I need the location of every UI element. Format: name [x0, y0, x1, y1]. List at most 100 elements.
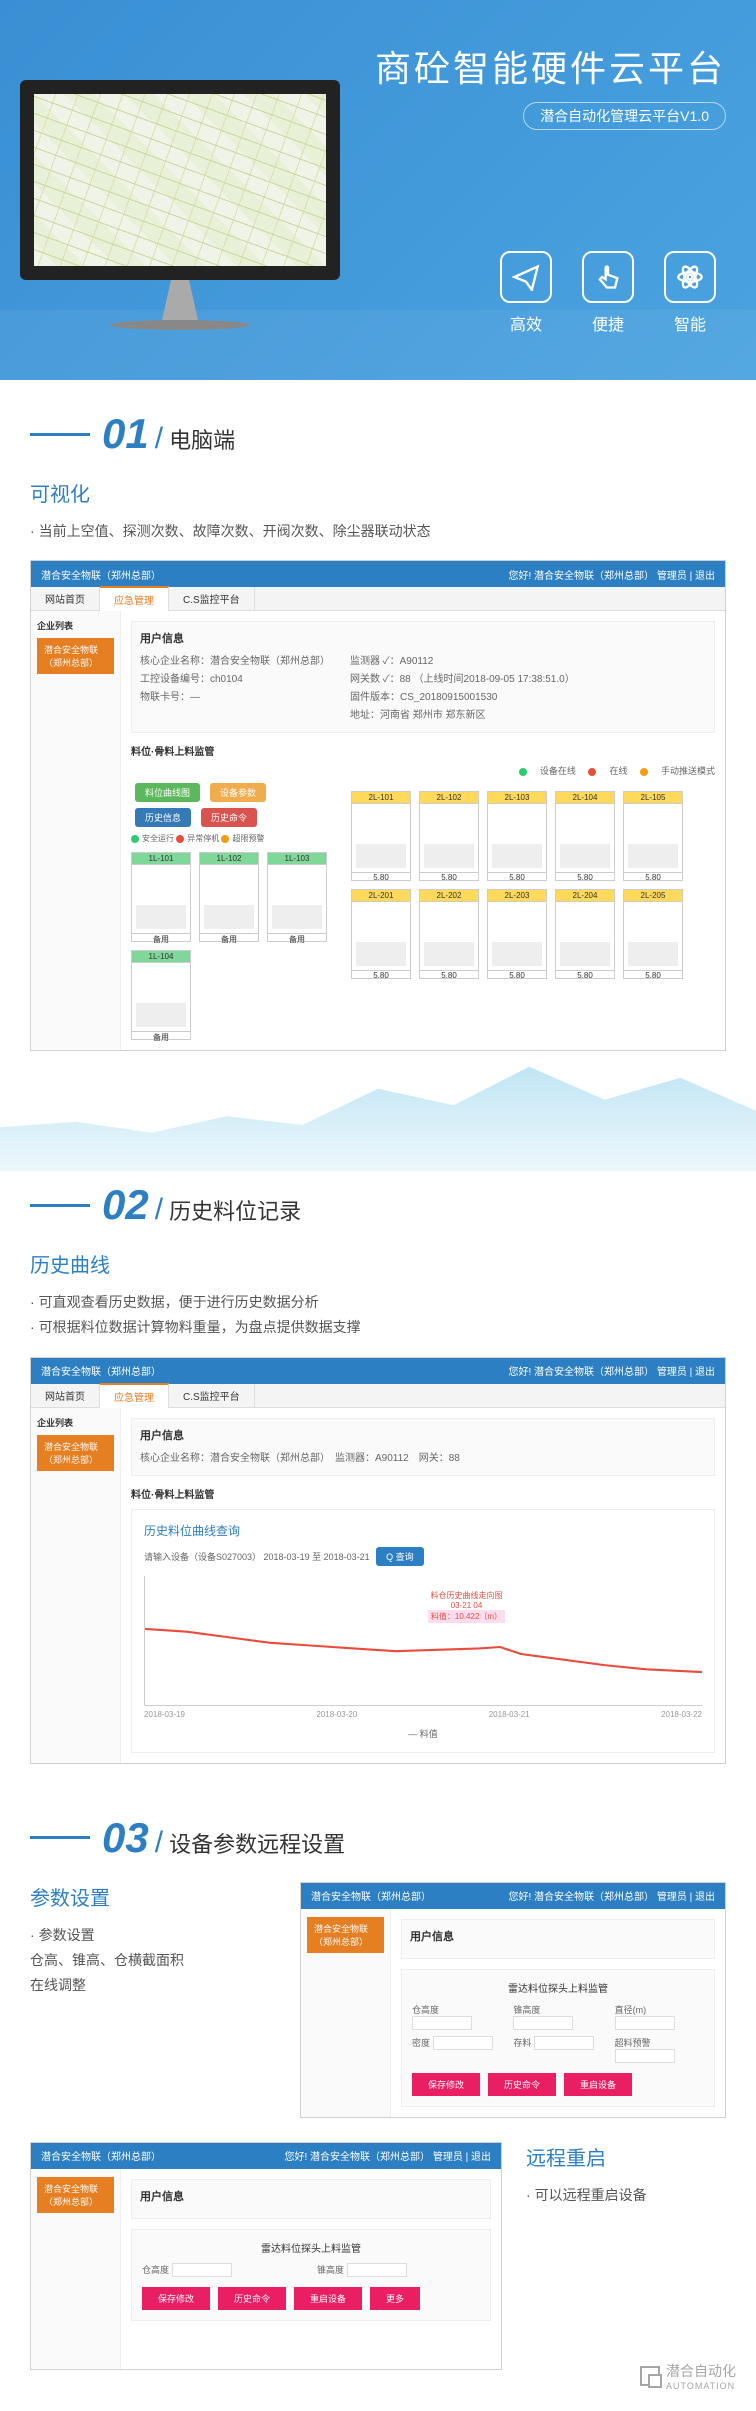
silo-2L-205[interactable]: 2L-2055.80: [623, 889, 683, 979]
app-body: 企业列表 潜合安全物联（郑州总部） 用户信息 核心企业名称：潜合安全物联（郑州总…: [31, 611, 725, 1050]
hero-banner: 商砼智能硬件云平台 潜合自动化管理云平台V1.0 高效 便捷 智能: [0, 0, 756, 380]
input-diameter[interactable]: [615, 2016, 675, 2030]
silo-2L-202[interactable]: 2L-2025.80: [419, 889, 479, 979]
main-panel: 用户信息 核心企业名称：潜合安全物联（郑州总部） 工控设备编号：ch0104 物…: [121, 611, 725, 1050]
footer-brand: 潜合自动化: [666, 2361, 736, 2381]
tab-cs-monitor[interactable]: C.S监控平台: [169, 587, 255, 610]
section-02: 02 / 历史料位记录 历史曲线 可直观查看历史数据，便于进行历史数据分析 可根…: [0, 1171, 756, 1783]
restart-button[interactable]: 重启设备: [564, 2073, 632, 2096]
tab-emergency[interactable]: 应急管理: [100, 586, 169, 611]
input-cone-height[interactable]: [347, 2263, 407, 2277]
tab-cs-monitor[interactable]: C.S监控平台: [169, 1384, 255, 1407]
sidebar: 潜合安全物联（郑州总部）: [301, 1909, 391, 2117]
feature-label: 便捷: [582, 311, 634, 335]
sidebar-item-company[interactable]: 潜合安全物联（郑州总部）: [37, 1435, 114, 1471]
save-button[interactable]: 保存修改: [142, 2287, 210, 2310]
input-silo-height[interactable]: [172, 2263, 232, 2277]
params-form-title: 雷达料位探头上料监管: [412, 1980, 704, 1995]
sidebar-header: 企业列表: [37, 619, 114, 632]
history-cmd-button[interactable]: 历史命令: [218, 2287, 286, 2310]
btn-history[interactable]: 历史信息: [135, 808, 191, 827]
more-button[interactable]: 更多: [370, 2287, 420, 2310]
topbar-right: 您好! 潜合安全物联（郑州总部） 管理员 | 退出: [509, 567, 716, 582]
kv-device: 工控设备编号：ch0104: [140, 670, 330, 685]
section-title: 历史料位记录: [169, 1194, 301, 1226]
input-alarm-high[interactable]: [615, 2049, 675, 2063]
section-title: 设备参数远程设置: [169, 1827, 345, 1859]
s2-bullet-1: 可直观查看历史数据，便于进行历史数据分析: [30, 1290, 726, 1315]
chart-params: 请输入设备（设备S027003） 2018-03-19 至 2018-03-21…: [144, 1547, 702, 1566]
tab-home[interactable]: 网站首页: [31, 587, 100, 610]
main-panel: 用户信息 雷达料位探头上料监管 仓高度 锥高度 保存修改 历史命令 重启设备 更…: [121, 2169, 501, 2369]
btn-cmd[interactable]: 历史命令: [201, 808, 257, 827]
form-buttons: 保存修改 历史命令 重启设备: [412, 2073, 704, 2096]
btn-params[interactable]: 设备参数: [210, 783, 266, 802]
user-info-title: 用户信息: [140, 630, 706, 646]
header-line: [30, 1204, 90, 1207]
decorative-wave: [0, 1061, 756, 1171]
silo-1L-103[interactable]: 1L-103备用: [267, 852, 327, 942]
kv-gateway: 网关数 ✓：88 （上线时间2018-09-05 17:38:51.0）: [350, 670, 575, 685]
map-background: [34, 94, 326, 266]
kv-address: 地址：河南省 郑州市 郑东新区: [350, 706, 575, 721]
card-title: 料位·骨料上料监管: [131, 1486, 715, 1501]
restart-button[interactable]: 重启设备: [294, 2287, 362, 2310]
input-cone-height[interactable]: [513, 2016, 573, 2030]
query-button[interactable]: Q 查询: [376, 1547, 424, 1566]
silo-2L-101[interactable]: 2L-1015.80: [351, 791, 411, 881]
subsection-title: 可视化: [30, 478, 726, 507]
field-height: 仓高度: [412, 2003, 501, 2030]
section-01: 01 / 电脑端 可视化 当前上空值、探测次数、故障次数、开阀次数、除尘器联动状…: [0, 380, 756, 1071]
silo-2L-105[interactable]: 2L-1055.80: [623, 791, 683, 881]
sidebar-item-company[interactable]: 潜合安全物联（郑州总部）: [37, 638, 114, 674]
subsection-title: 远程重启: [526, 2142, 726, 2171]
kv-card: 物联卡号：—: [140, 688, 330, 703]
topbar-right: 您好! 潜合安全物联（郑州总部） 管理员 | 退出: [509, 1363, 716, 1378]
main-panel: 用户信息 雷达料位探头上料监管 仓高度 锥高度 直径(m) 密度 存料 超料: [391, 1909, 725, 2117]
slash-icon: /: [155, 422, 163, 456]
input-material[interactable]: [534, 2036, 594, 2050]
silo-2L-103[interactable]: 2L-1035.80: [487, 791, 547, 881]
silo-2L-104[interactable]: 2L-1045.80: [555, 791, 615, 881]
chart-line-svg: [145, 1576, 702, 1743]
silo-right-col: 2L-1015.802L-1025.802L-1035.802L-1045.80…: [351, 783, 715, 1040]
save-button[interactable]: 保存修改: [412, 2073, 480, 2096]
chart-title: 历史料位曲线查询: [144, 1522, 702, 1539]
kv-version: 固件版本：CS_20180915001530: [350, 688, 575, 703]
input-density[interactable]: [433, 2036, 493, 2050]
section-title: 电脑端: [169, 423, 235, 455]
card-title: 料位·骨料上料监管: [131, 743, 715, 758]
input-silo-height[interactable]: [412, 2016, 472, 2030]
user-info-box: 用户信息: [131, 2179, 491, 2219]
sidebar-item[interactable]: 潜合安全物联（郑州总部）: [307, 1917, 384, 1953]
legend-online: 设备在线: [519, 766, 576, 776]
btn-chart[interactable]: 料位曲线图: [135, 783, 200, 802]
topbar-left: 潜合安全物联（郑州总部）: [41, 567, 161, 582]
silo-2L-102[interactable]: 2L-1025.80: [419, 791, 479, 881]
app-tabs: 网站首页 应急管理 C.S监控平台: [31, 587, 725, 611]
tab-home[interactable]: 网站首页: [31, 1384, 100, 1407]
silo-2L-204[interactable]: 2L-2045.80: [555, 889, 615, 979]
app-body: 潜合安全物联（郑州总部） 用户信息 雷达料位探头上料监管 仓高度 锥高度 直径(…: [301, 1909, 725, 2117]
history-chart-box: 历史料位曲线查询 请输入设备（设备S027003） 2018-03-19 至 2…: [131, 1509, 715, 1753]
header-line: [30, 433, 90, 436]
s3-text: 参数设置 参数设置 仓高、锥高、仓横截面积 在线调整: [30, 1882, 280, 1999]
silos-group-b: 2L-1015.802L-1025.802L-1035.802L-1045.80…: [351, 791, 715, 979]
user-info-title: 用户信息: [140, 1427, 706, 1443]
hero-subtitle: 潜合自动化管理云平台V1.0: [523, 102, 726, 130]
feature-efficient: 高效: [500, 251, 552, 335]
paper-plane-icon: [500, 251, 552, 303]
app-topbar: 潜合安全物联（郑州总部） 您好! 潜合安全物联（郑州总部） 管理员 | 退出: [31, 1358, 725, 1384]
sidebar: 潜合安全物联（郑州总部）: [31, 2169, 121, 2369]
sidebar-item[interactable]: 潜合安全物联（郑州总部）: [37, 2177, 114, 2213]
app-tabs: 网站首页 应急管理 C.S监控平台: [31, 1384, 725, 1408]
silo-1L-104[interactable]: 1L-104备用: [131, 950, 191, 1040]
silo-1L-101[interactable]: 1L-101备用: [131, 852, 191, 942]
history-cmd-button[interactable]: 历史命令: [488, 2073, 556, 2096]
user-info-box: 用户信息 核心企业名称：潜合安全物联（郑州总部） 工控设备编号：ch0104 物…: [131, 621, 715, 733]
silo-2L-201[interactable]: 2L-2015.80: [351, 889, 411, 979]
monitor-screen: [20, 80, 340, 280]
silo-2L-203[interactable]: 2L-2035.80: [487, 889, 547, 979]
silo-1L-102[interactable]: 1L-102备用: [199, 852, 259, 942]
tab-emergency[interactable]: 应急管理: [100, 1383, 169, 1408]
